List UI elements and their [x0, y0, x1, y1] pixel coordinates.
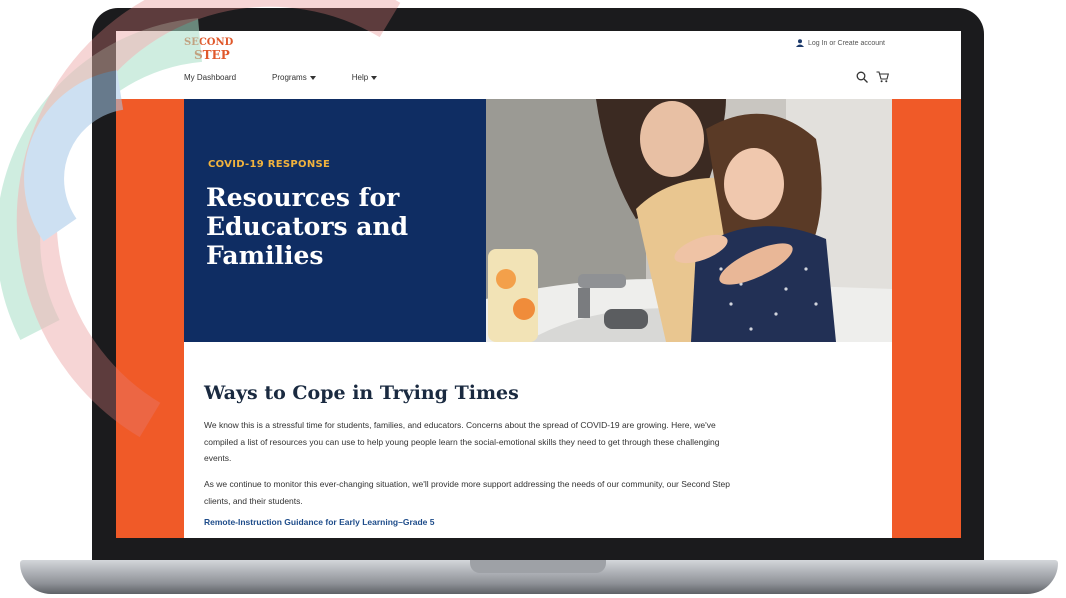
laptop-notch	[470, 560, 606, 573]
section-heading: Ways to Cope in Trying Times	[204, 382, 519, 404]
hero-photo	[486, 99, 892, 342]
nav-programs-label: Programs	[272, 73, 307, 82]
nav-help-label: Help	[351, 73, 369, 82]
account-link[interactable]: Log In or Create account	[795, 39, 885, 47]
svg-text:STEP: STEP	[194, 48, 230, 62]
header-icons	[856, 71, 889, 83]
intro-paragraph: We know this is a stressful time for stu…	[204, 420, 720, 463]
nav-help[interactable]: Help	[351, 73, 378, 82]
hero-panel: COVID-19 RESPONSE Resources for Educator…	[184, 99, 486, 342]
chevron-down-icon	[371, 75, 378, 80]
main-nav: My Dashboard Programs Help	[184, 73, 378, 82]
laptop-screen: SECOND STEP Log In or Create account My …	[116, 31, 961, 538]
nav-programs[interactable]: Programs	[272, 73, 316, 82]
remote-instruction-link[interactable]: Remote-Instruction Guidance for Early Le…	[204, 517, 435, 527]
hero-title: Resources for Educators and Families	[206, 183, 409, 270]
chevron-down-icon	[309, 75, 316, 80]
main-content: Ways to Cope in Trying Times We know thi…	[184, 342, 892, 538]
user-icon	[795, 39, 804, 47]
search-icon[interactable]	[856, 71, 868, 83]
hero-eyebrow: COVID-19 RESPONSE	[208, 159, 331, 170]
cart-icon[interactable]	[876, 71, 889, 83]
account-link-label: Log In or Create account	[807, 39, 885, 47]
site-header: SECOND STEP Log In or Create account My …	[116, 31, 961, 99]
svg-text:SECOND: SECOND	[184, 37, 234, 48]
nav-my-dashboard[interactable]: My Dashboard	[184, 73, 236, 82]
second-step-logo[interactable]: SECOND STEP	[180, 33, 240, 63]
support-paragraph: As we continue to monitor this ever-chan…	[204, 479, 730, 506]
